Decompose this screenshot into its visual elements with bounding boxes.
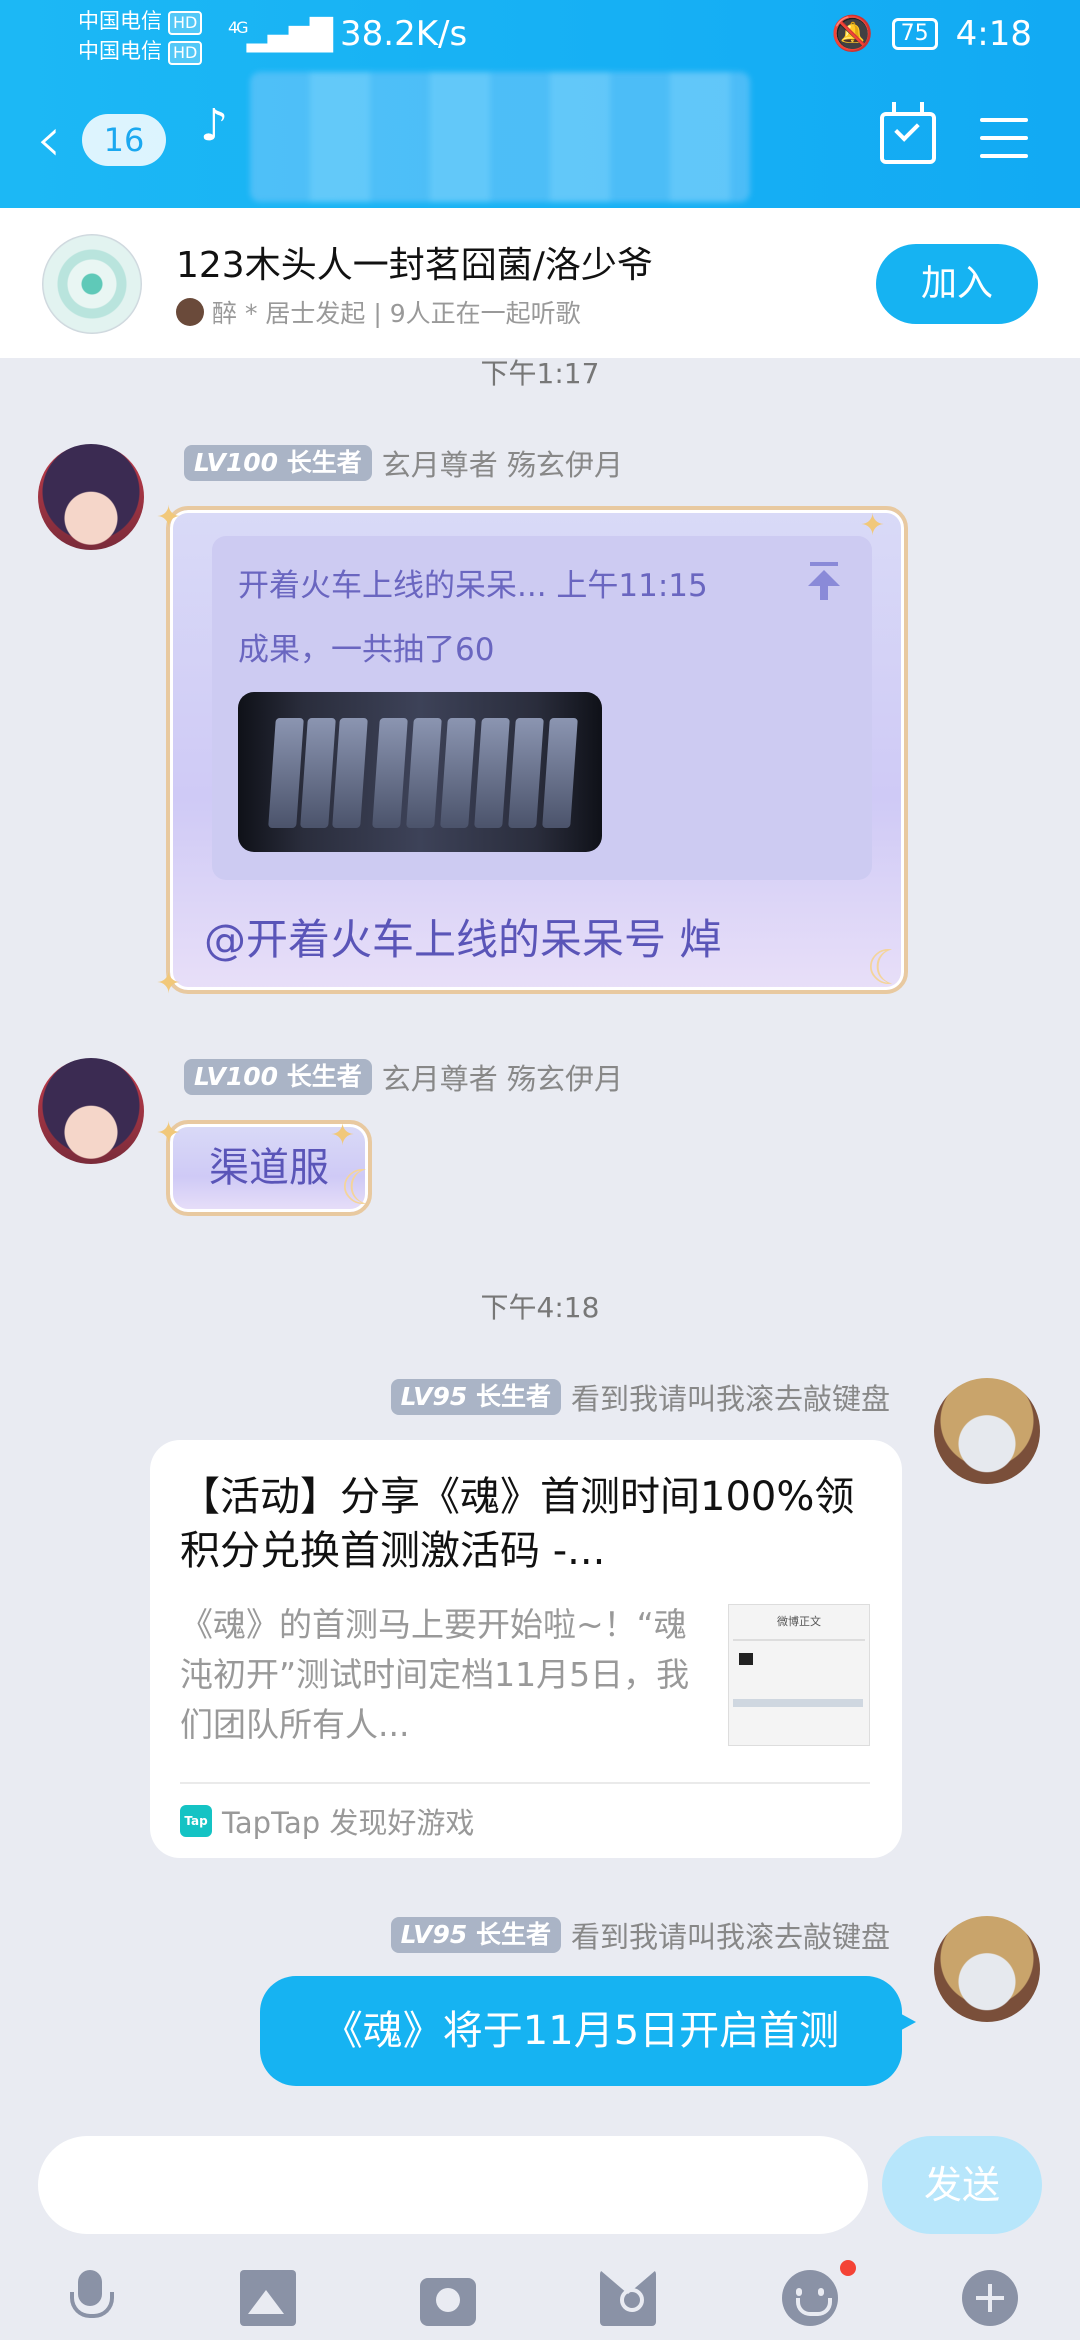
banner-subtitle: 醉 * 居士发起 | 9人正在一起听歌 [176,294,581,330]
host-avatar [176,298,204,326]
music-disc-icon [42,234,142,334]
source-label: TapTap 发现好游戏 [222,1806,475,1840]
level-title: 长生者 [475,1382,551,1411]
red-packet-icon[interactable] [600,2270,656,2326]
mention-text[interactable]: @开着火车上线的呆呆号 焯 [204,906,721,967]
thumbnail-block [739,1653,753,1665]
thumbnail-title: 微博正文 [777,1615,821,1628]
image-card [474,718,510,828]
chat-title-blurred [250,72,750,202]
mute-icon: 🔕 [831,14,874,54]
image-card [542,718,578,828]
join-button[interactable]: 加入 [876,244,1038,324]
sender-name[interactable]: 看到我请叫我滚去敲键盘 [571,1376,890,1418]
quoted-message[interactable]: 开着火车上线的呆呆... 上午11:15 成果，一共抽了60 [212,536,872,880]
listen-together-banner[interactable]: 123木头人一封茗囧菌/洛少爷 醉 * 居士发起 | 9人正在一起听歌 加入 [0,208,1080,358]
unread-count-badge[interactable]: 16 [82,114,166,166]
avatar[interactable] [934,1378,1040,1484]
carrier-1-label: 中国电信 [78,9,162,33]
taptap-logo-icon: Tap [180,1805,212,1837]
top-bar: 中国电信 HD 中国电信 HD 4G▂▄▆█ 38.2K/s 🔕 75 4:18 ‹… [0,0,1080,208]
sender-name[interactable]: 看到我请叫我滚去敲键盘 [571,1914,890,1956]
star-decoration-icon: ✦ [156,1116,182,1151]
star-decoration-icon: ✦ [330,1118,356,1153]
star-decoration-icon: ✦ [156,966,182,1001]
link-title: 【活动】分享《魂》首测时间100%领积分兑换首测激活码 -... [180,1474,855,1574]
signal-icon: 4G▂▄▆█ [228,18,333,53]
quote-header: 开着火车上线的呆呆... 上午11:15 [238,568,708,604]
jump-to-top-icon[interactable] [804,562,844,602]
message-bubble-self[interactable]: 《魂》将于11月5日开启首测 [260,1976,916,2086]
banner-title: 123木头人一封茗囧菌/洛少爷 [176,245,653,286]
status-bar: 中国电信 HD 中国电信 HD 4G▂▄▆█ 38.2K/s 🔕 75 4:18 [0,0,1080,72]
moon-decoration-icon: ☾ [866,940,910,996]
moon-decoration-icon: ☾ [340,1160,384,1216]
link-thumbnail: 微博正文 [728,1604,870,1746]
notification-dot [840,2260,856,2276]
level-number: LV95 [400,1382,468,1411]
battery-icon: 75 [891,18,938,50]
carrier-1: 中国电信 HD [78,6,203,36]
thumbnail-line [733,1639,865,1641]
image-card [372,718,408,828]
sender-meta: LV100 长生者 玄月尊者 殇玄伊月 [184,442,623,484]
sender-meta: LV95 长生者 看到我请叫我滚去敲键盘 [390,1914,890,1956]
status-right: 🔕 75 4:18 [831,14,1032,54]
timestamp: 下午1:17 [480,357,600,390]
mic-icon[interactable] [62,2270,118,2326]
carrier-2-label: 中国电信 [78,39,162,63]
calendar-check-icon[interactable] [880,102,936,164]
input-toolbar [0,2250,1080,2340]
level-badge: LV100 长生者 [184,445,372,481]
link-description: 《魂》的首测马上要开始啦~！“魂沌初开”测试时间定档11月5日，我们团队所有人.… [180,1605,690,1744]
quote-text: 成果，一共抽了60 [238,632,495,668]
divider [180,1782,870,1784]
hd-badge-2: HD [168,41,203,65]
level-badge: LV100 长生者 [184,1059,372,1095]
level-badge: LV95 长生者 [390,1379,561,1415]
level-title: 长生者 [286,448,362,477]
sender-meta: LV100 长生者 玄月尊者 殇玄伊月 [184,1056,623,1098]
network-type: 4G [228,18,249,37]
image-icon[interactable] [240,2270,296,2326]
link-source: Tap TapTap 发现好游戏 [180,1800,474,1842]
avatar[interactable] [934,1916,1040,2022]
thumbnail-bar [733,1699,863,1707]
level-badge: LV95 长生者 [390,1917,561,1953]
image-card [332,718,368,828]
banner-subtitle-text: 醉 * 居士发起 | 9人正在一起听歌 [212,299,581,328]
image-card [268,718,304,828]
level-number: LV100 [194,1062,279,1091]
camera-icon[interactable] [420,2278,476,2326]
avatar[interactable] [38,444,144,550]
avatar[interactable] [38,1058,144,1164]
image-card [406,718,442,828]
sender-name[interactable]: 玄月尊者 殇玄伊月 [382,442,623,484]
star-decoration-icon: ✦ [156,500,182,535]
image-card [508,718,544,828]
earpiece-mode-icon: ♪ [200,100,229,151]
image-card [300,718,336,828]
clock: 4:18 [955,14,1032,54]
timestamp: 下午4:18 [480,1291,600,1324]
level-number: LV100 [194,448,279,477]
hd-badge: HD [168,11,203,35]
quoted-image[interactable] [238,692,602,852]
level-title: 长生者 [475,1920,551,1949]
plus-icon[interactable] [962,2270,1018,2326]
carrier-2: 中国电信 HD [78,36,203,66]
sender-meta: LV95 长生者 看到我请叫我滚去敲键盘 [390,1376,890,1418]
shared-link-card[interactable]: 【活动】分享《魂》首测时间100%领积分兑换首测激活码 -... 《魂》的首测马… [150,1440,902,1858]
level-title: 长生者 [286,1062,362,1091]
back-arrow-icon[interactable]: ‹ [36,108,62,172]
message-input[interactable] [38,2136,868,2234]
image-card [440,718,476,828]
network-speed: 38.2K/s [340,14,468,54]
menu-icon[interactable] [980,118,1028,158]
send-button[interactable]: 发送 [882,2136,1042,2234]
level-number: LV95 [400,1920,468,1949]
sender-name[interactable]: 玄月尊者 殇玄伊月 [382,1056,623,1098]
emoji-icon[interactable] [782,2270,838,2326]
